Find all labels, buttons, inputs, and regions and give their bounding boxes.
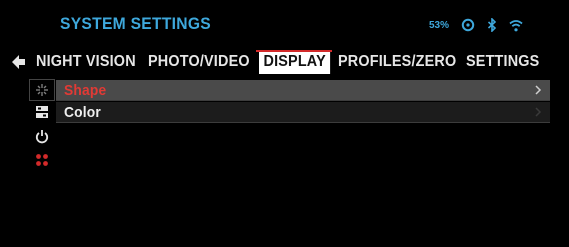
menu-item-color[interactable]: Color <box>56 102 550 123</box>
battery-percentage: 53% <box>428 19 449 31</box>
menu-item-label: Shape <box>64 81 107 99</box>
dots-grid-icon[interactable] <box>30 150 54 170</box>
menu-item-shape[interactable]: Shape <box>56 80 550 101</box>
active-tab-indicator <box>256 50 332 52</box>
tab-bar: NIGHT VISION PHOTO/VIDEO DISPLAY PROFILE… <box>0 50 569 76</box>
wifi-icon <box>509 19 523 32</box>
header: SYSTEM SETTINGS 53% <box>0 0 569 46</box>
bluetooth-icon <box>487 18 497 32</box>
status-bar: 53% <box>429 16 523 34</box>
tab-night-vision[interactable]: NIGHT VISION <box>36 50 136 74</box>
battery-icon <box>461 18 475 32</box>
tab-photo-video[interactable]: PHOTO/VIDEO <box>148 50 250 74</box>
color-palette-icon[interactable] <box>30 102 54 122</box>
chevron-right-icon <box>534 83 542 97</box>
back-arrow-icon[interactable] <box>12 54 26 70</box>
chevron-right-icon <box>534 105 542 119</box>
tab-display[interactable]: DISPLAY <box>259 50 331 74</box>
page-title: SYSTEM SETTINGS <box>60 14 212 33</box>
tab-settings[interactable]: SETTINGS <box>466 50 539 74</box>
device-screen: SYSTEM SETTINGS 53% NIGHT VISION PHOTO/V… <box>0 0 569 247</box>
reticle-shape-icon[interactable] <box>29 79 55 101</box>
tab-profiles-zero[interactable]: PROFILES/ZERO <box>338 50 456 74</box>
power-icon[interactable] <box>30 126 54 146</box>
menu-item-label: Color <box>64 103 101 121</box>
